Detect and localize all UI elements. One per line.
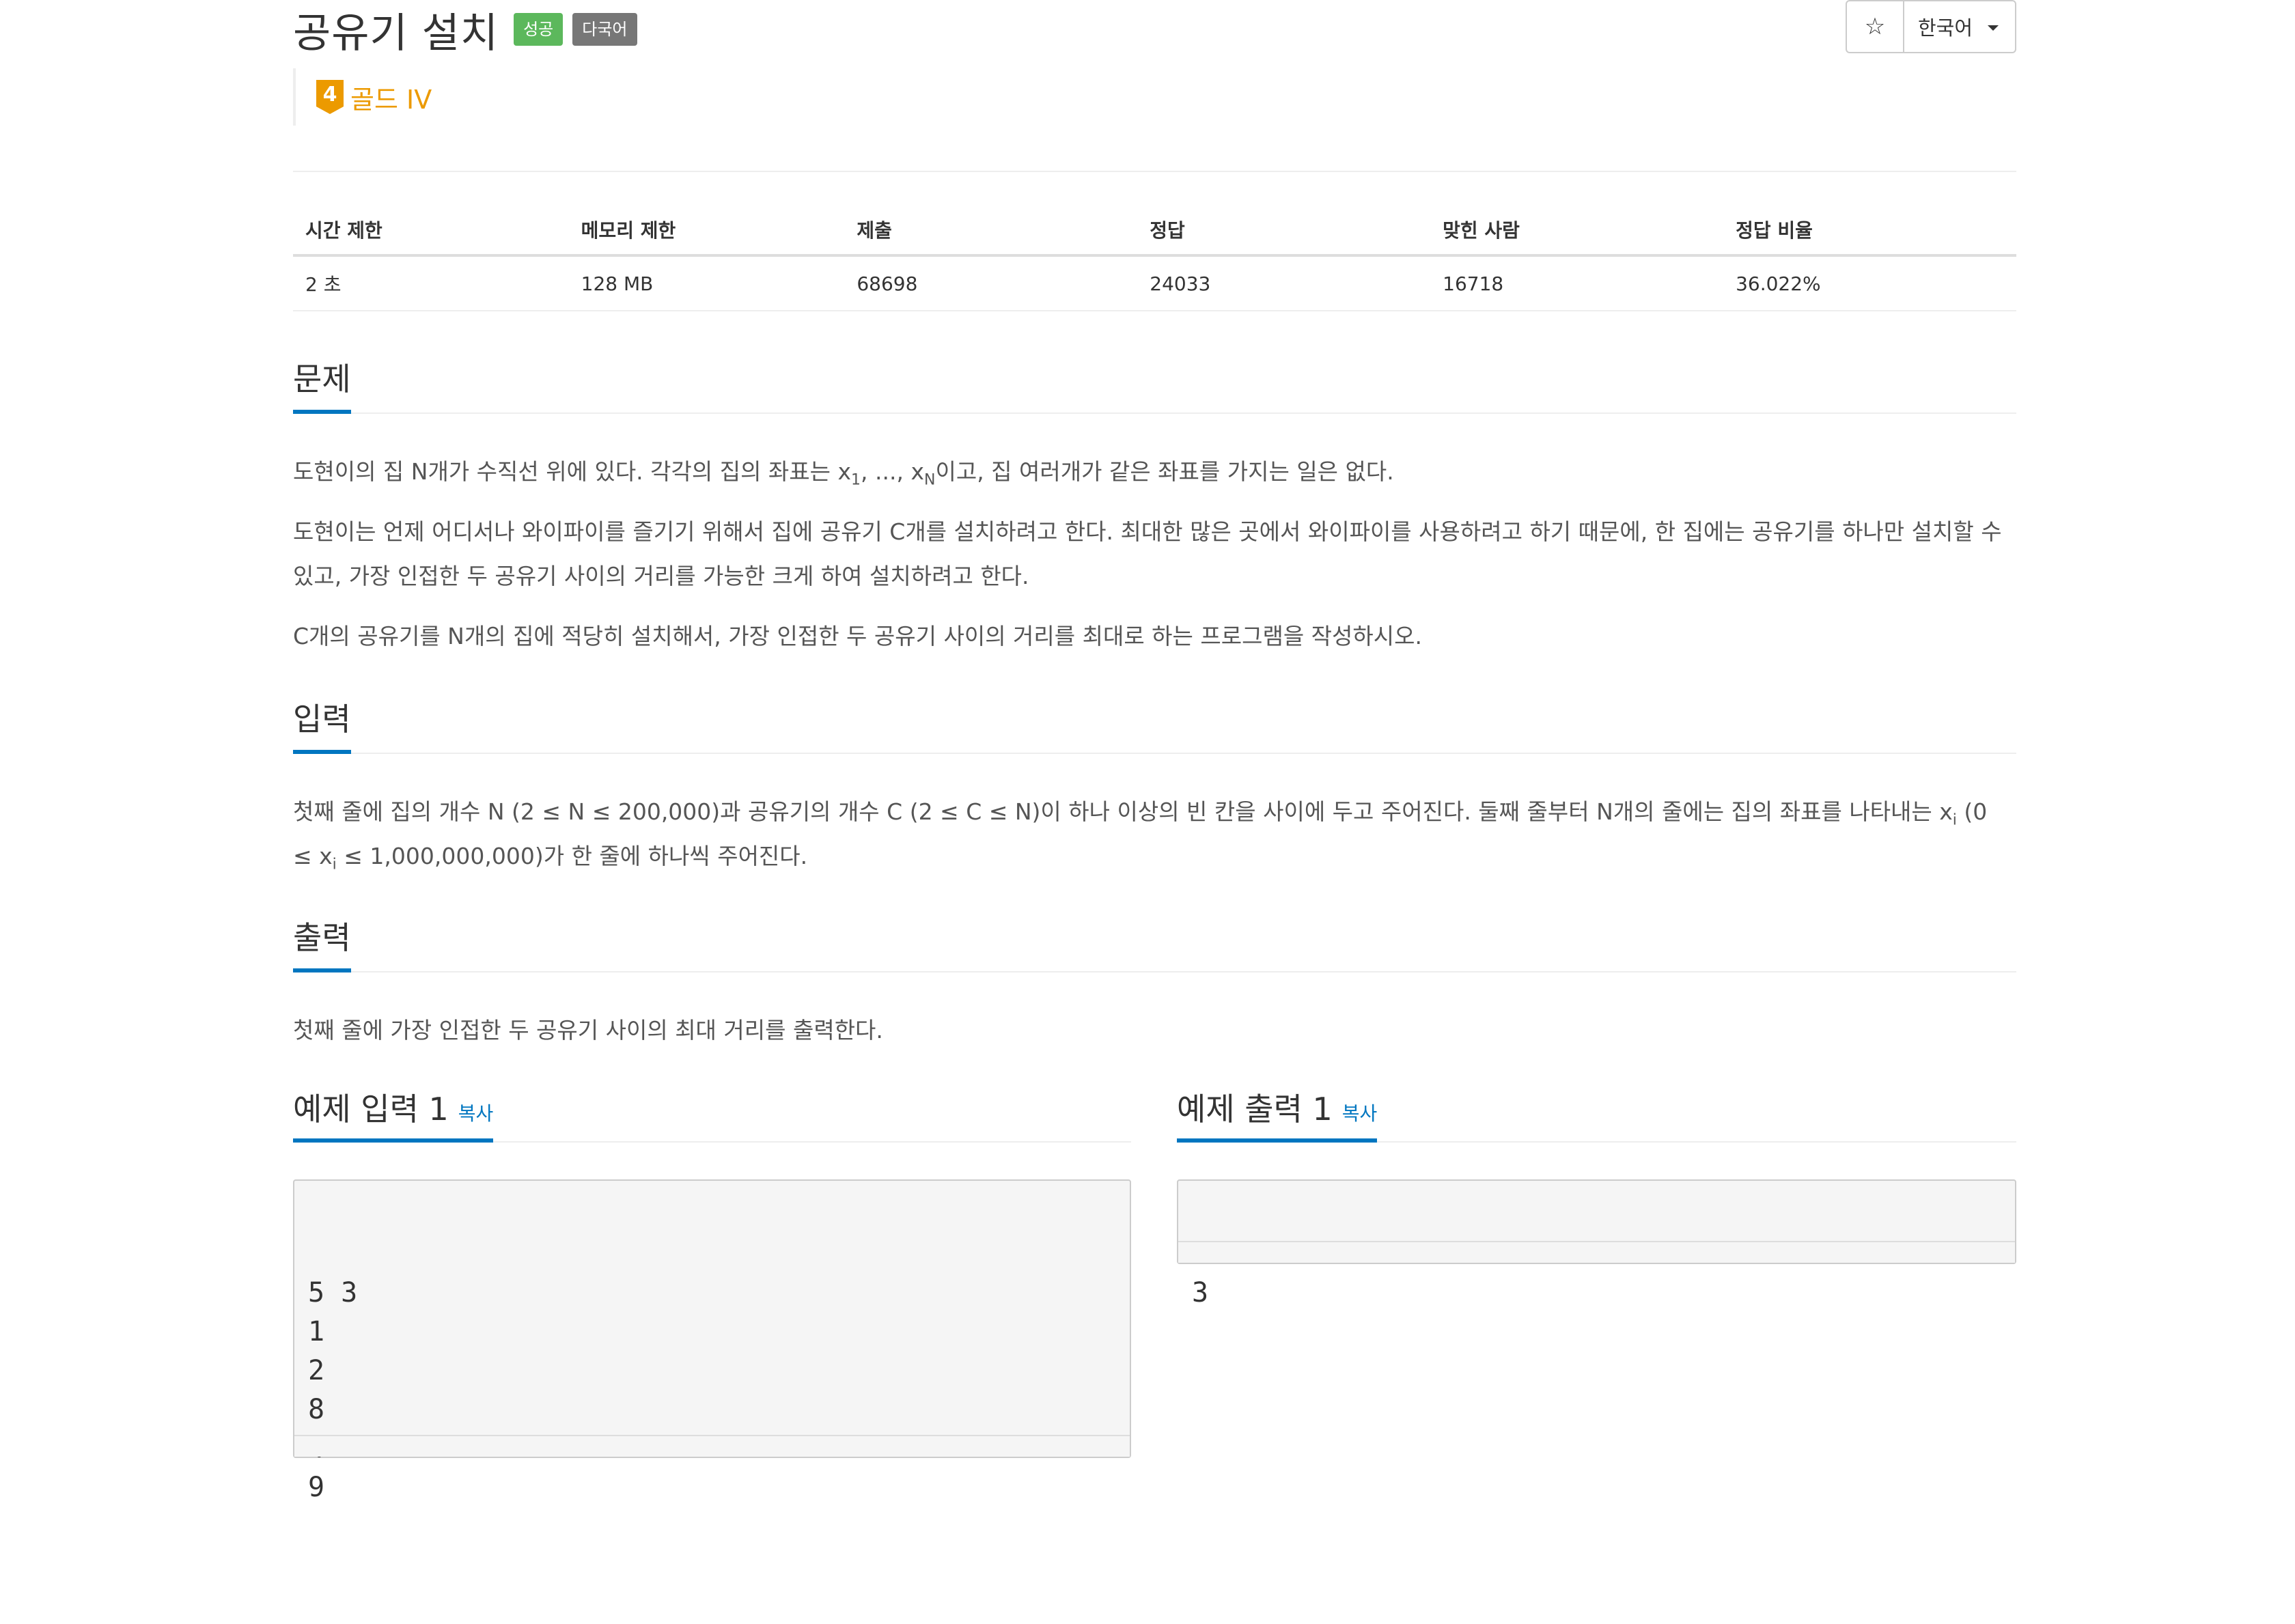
input-section-header: 입력 xyxy=(293,682,2016,754)
subscript: N xyxy=(924,471,936,489)
tier-shield-icon: 4 xyxy=(316,80,344,114)
input-text: 첫째 줄에 집의 개수 N (2 ≤ N ≤ 200,000)과 공유기의 개수… xyxy=(293,798,1953,825)
problem-heading: 문제 xyxy=(293,363,351,414)
memory-limit-value: 128 MB xyxy=(568,255,845,311)
input-heading: 입력 xyxy=(293,703,351,754)
multilang-badge: 다국어 xyxy=(572,13,637,46)
horizontal-scrollbar[interactable] xyxy=(1178,1241,2015,1263)
sample-input-box[interactable]: 5 3 1 2 8 4 9 xyxy=(293,1179,1131,1503)
sample-input-header: 예제 입력 1 복사 xyxy=(293,1070,1131,1143)
language-dropdown[interactable]: 한국어 xyxy=(1904,1,2015,52)
header-time-limit: 시간 제한 xyxy=(293,205,569,257)
table-header-row: 시간 제한 메모리 제한 제출 정답 맞힌 사람 정답 비율 xyxy=(293,205,2016,257)
sample-output-header: 예제 출력 1 복사 xyxy=(1177,1070,2016,1143)
copy-sample-output-button[interactable]: 복사 xyxy=(1342,1102,1378,1125)
problem-section-header: 문제 xyxy=(293,341,2016,414)
sample-output-content: 3 xyxy=(1192,1277,1209,1308)
sample-output-box[interactable]: 3 xyxy=(1177,1179,2016,1308)
header-ratio: 정답 비율 xyxy=(1723,205,2016,257)
solvers-value[interactable]: 16718 xyxy=(1430,255,1724,311)
header-memory-limit: 메모리 제한 xyxy=(568,205,845,257)
tier-label: 골드 IV xyxy=(350,84,432,115)
header-solvers: 맞힌 사람 xyxy=(1430,205,1724,257)
sample-input-content: 5 3 1 2 8 4 9 xyxy=(308,1277,358,1503)
input-text: ≤ 1,000,000,000)가 한 줄에 하나씩 주어진다. xyxy=(336,843,808,869)
language-label: 한국어 xyxy=(1917,16,1973,40)
problem-paragraph-3: C개의 공유기를 N개의 집에 적당히 설치해서, 가장 인접한 두 공유기 사… xyxy=(293,623,1422,649)
sample-input-title: 예제 입력 1 xyxy=(293,1091,449,1128)
submissions-value[interactable]: 68698 xyxy=(844,255,1138,311)
table-row: 2 초 128 MB 68698 24033 16718 36.022% xyxy=(293,255,2016,311)
sample-output-title: 예제 출력 1 xyxy=(1177,1091,1333,1128)
problem-page: 공유기 설치 성공 다국어 4 골드 IV ☆ 한국어 시간 제한 메모리 제한… xyxy=(293,0,2016,1503)
sample-input-title-wrap: 예제 입력 1 복사 xyxy=(293,1091,494,1143)
problem-text: 도현이의 집 N개가 수직선 위에 있다. 각각의 집의 좌표는 x xyxy=(293,458,852,485)
page-title: 공유기 설치 xyxy=(293,9,499,57)
title-row: 공유기 설치 성공 다국어 xyxy=(293,0,637,59)
header-submissions: 제출 xyxy=(844,205,1138,257)
tier-box[interactable]: 4 골드 IV xyxy=(293,68,432,126)
input-description: 첫째 줄에 집의 개수 N (2 ≤ N ≤ 200,000)과 공유기의 개수… xyxy=(293,789,2009,878)
subscript: 1 xyxy=(851,471,861,489)
problem-paragraph-2: 도현이는 언제 어디서나 와이파이를 즐기기 위해서 집에 공유기 C개를 설치… xyxy=(293,518,2002,589)
favorite-button[interactable]: ☆ xyxy=(1847,1,1904,52)
problem-text: , ..., x xyxy=(861,458,925,485)
problem-info-table: 시간 제한 메모리 제한 제출 정답 맞힌 사람 정답 비율 2 초 128 M… xyxy=(293,205,2016,311)
header-accepted: 정답 xyxy=(1137,205,1431,257)
time-limit-value: 2 초 xyxy=(293,255,569,311)
header-controls: ☆ 한국어 xyxy=(1845,0,2016,53)
chevron-down-icon xyxy=(1988,25,1999,31)
horizontal-scrollbar[interactable] xyxy=(294,1435,1130,1457)
divider xyxy=(293,171,2016,172)
sample-output-title-wrap: 예제 출력 1 복사 xyxy=(1177,1091,1378,1143)
output-description: 첫째 줄에 가장 인접한 두 공유기 사이의 최대 거리를 출력한다. xyxy=(293,1017,883,1044)
copy-sample-input-button[interactable]: 복사 xyxy=(458,1102,494,1125)
accepted-value[interactable]: 24033 xyxy=(1137,255,1431,311)
star-icon: ☆ xyxy=(1864,13,1886,40)
output-heading: 출력 xyxy=(293,922,351,972)
problem-paragraph-1: 도현이의 집 N개가 수직선 위에 있다. 각각의 집의 좌표는 x1, ...… xyxy=(293,449,2009,494)
problem-text: 이고, 집 여러개가 같은 좌표를 가지는 일은 없다. xyxy=(935,458,1394,485)
output-section-header: 출력 xyxy=(293,900,2016,972)
ratio-value: 36.022% xyxy=(1723,255,2016,311)
success-badge: 성공 xyxy=(514,13,564,46)
